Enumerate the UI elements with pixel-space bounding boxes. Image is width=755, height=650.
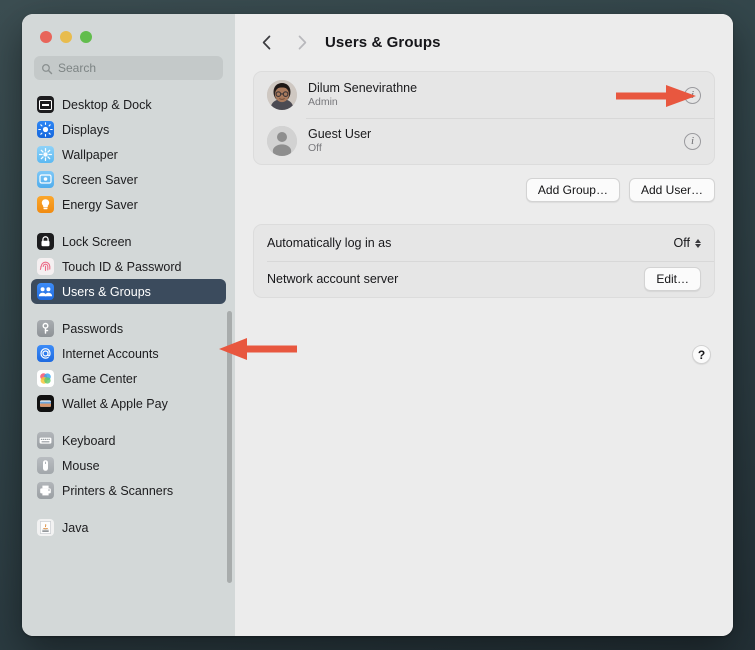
energy-saver-icon bbox=[37, 196, 54, 213]
network-account-server-label: Network account server bbox=[267, 272, 399, 286]
system-settings-window: Desktop & Dock bbox=[22, 14, 733, 636]
sidebar-item-wallpaper[interactable]: Wallpaper bbox=[31, 142, 226, 167]
passwords-key-icon bbox=[37, 320, 54, 337]
sidebar-scrollbar[interactable] bbox=[227, 311, 232, 583]
page-title: Users & Groups bbox=[325, 34, 441, 51]
sidebar-group-appearance: Desktop & Dock Displays Wallpaper Screen… bbox=[31, 86, 226, 223]
java-icon bbox=[37, 519, 54, 536]
add-user-button[interactable]: Add User… bbox=[628, 178, 715, 202]
internet-accounts-icon bbox=[37, 345, 54, 362]
sidebar-item-passwords[interactable]: Passwords bbox=[31, 316, 226, 341]
traffic-lights bbox=[22, 14, 235, 43]
sidebar-item-lock-screen[interactable]: Lock Screen bbox=[31, 229, 226, 254]
info-icon[interactable]: i bbox=[684, 132, 701, 150]
search-icon bbox=[41, 62, 53, 75]
search-input[interactable] bbox=[58, 61, 216, 75]
auto-login-value: Off bbox=[673, 236, 690, 250]
user-role: Off bbox=[308, 142, 322, 154]
users-list-card: Dilum Senevirathne Admin i Guest User Of… bbox=[253, 71, 715, 165]
sidebar-item-label: Mouse bbox=[62, 458, 100, 473]
touch-id-icon bbox=[37, 258, 54, 275]
table-row[interactable]: Dilum Senevirathne Admin i bbox=[254, 72, 714, 118]
add-group-button[interactable]: Add Group… bbox=[525, 178, 620, 202]
sidebar-item-label: Energy Saver bbox=[62, 197, 138, 212]
mouse-icon bbox=[37, 457, 54, 474]
sidebar-item-label: Passwords bbox=[62, 321, 124, 336]
close-button[interactable] bbox=[40, 31, 52, 43]
network-account-server-row: Network account server Edit… bbox=[254, 261, 714, 297]
sidebar-item-label: Wallpaper bbox=[62, 147, 118, 162]
info-icon[interactable]: i bbox=[684, 86, 701, 104]
minimize-button[interactable] bbox=[60, 31, 72, 43]
user-info: Dilum Senevirathne Admin bbox=[308, 81, 684, 109]
sidebar-item-desktop-and-dock[interactable]: Desktop & Dock bbox=[31, 92, 226, 117]
sidebar-item-mouse[interactable]: Mouse bbox=[31, 453, 226, 478]
sidebar-item-label: Screen Saver bbox=[62, 172, 138, 187]
sidebar-group-other: Java bbox=[31, 509, 226, 546]
user-photo-avatar bbox=[267, 80, 297, 110]
sidebar-item-printers-and-scanners[interactable]: Printers & Scanners bbox=[31, 478, 226, 503]
sidebar-item-game-center[interactable]: Game Center bbox=[31, 366, 226, 391]
game-center-icon bbox=[37, 370, 54, 387]
auto-login-row[interactable]: Automatically log in as Off bbox=[254, 225, 714, 261]
sidebar-item-screen-saver[interactable]: Screen Saver bbox=[31, 167, 226, 192]
sidebar-item-wallet[interactable]: Wallet & Apple Pay bbox=[31, 391, 226, 416]
help-button[interactable]: ? bbox=[692, 345, 711, 364]
desktop-and-dock-icon bbox=[37, 96, 54, 113]
login-settings-card: Automatically log in as Off Network acco… bbox=[253, 224, 715, 298]
toolbar: Users & Groups bbox=[235, 14, 733, 71]
sidebar-item-energy-saver[interactable]: Energy Saver bbox=[31, 192, 226, 217]
auto-login-popup[interactable]: Off bbox=[674, 236, 701, 250]
settings-panel: Dilum Senevirathne Admin i Guest User Of… bbox=[235, 71, 733, 298]
screen-saver-icon bbox=[37, 171, 54, 188]
zoom-button[interactable] bbox=[80, 31, 92, 43]
back-button[interactable] bbox=[253, 30, 279, 56]
search-container bbox=[22, 43, 235, 80]
sidebar-item-label: Users & Groups bbox=[62, 284, 151, 299]
printers-icon bbox=[37, 482, 54, 499]
wallet-icon bbox=[37, 395, 54, 412]
user-role: Admin bbox=[308, 96, 338, 108]
sidebar-item-users-and-groups[interactable]: Users & Groups bbox=[31, 279, 226, 304]
sidebar-item-label: Printers & Scanners bbox=[62, 483, 174, 498]
sidebar-nav-list[interactable]: Desktop & Dock Displays Wallpaper Screen… bbox=[22, 86, 235, 636]
chevron-updown-icon bbox=[695, 238, 701, 248]
sidebar-item-internet-accounts[interactable]: Internet Accounts bbox=[31, 341, 226, 366]
users-and-groups-icon bbox=[37, 283, 54, 300]
lock-screen-icon bbox=[37, 233, 54, 250]
sidebar: Desktop & Dock bbox=[22, 14, 235, 636]
sidebar-item-label: Wallet & Apple Pay bbox=[62, 396, 168, 411]
sidebar-item-displays[interactable]: Displays bbox=[31, 117, 226, 142]
table-row[interactable]: Guest User Off i bbox=[254, 118, 714, 164]
sidebar-item-java[interactable]: Java bbox=[31, 515, 226, 540]
user-name: Dilum Senevirathne bbox=[308, 81, 418, 95]
add-buttons-row: Add Group… Add User… bbox=[253, 178, 715, 202]
sidebar-group-security: Lock Screen Touch ID & Password Users & … bbox=[31, 223, 226, 310]
sidebar-group-accounts: Passwords Internet Accounts Game Center … bbox=[31, 310, 226, 422]
auto-login-label: Automatically log in as bbox=[267, 236, 392, 250]
sidebar-item-touch-id[interactable]: Touch ID & Password bbox=[31, 254, 226, 279]
sidebar-item-label: Game Center bbox=[62, 371, 138, 386]
sidebar-item-label: Keyboard bbox=[62, 433, 116, 448]
sidebar-item-label: Desktop & Dock bbox=[62, 97, 152, 112]
forward-button[interactable] bbox=[289, 30, 315, 56]
content-pane: Users & Groups Dilum Senevirathne Admin … bbox=[235, 14, 733, 636]
sidebar-group-hardware: Keyboard Mouse Printers & Scanners bbox=[31, 422, 226, 509]
user-info: Guest User Off bbox=[308, 127, 684, 155]
sidebar-item-keyboard[interactable]: Keyboard bbox=[31, 428, 226, 453]
user-name: Guest User bbox=[308, 127, 372, 141]
sidebar-item-label: Java bbox=[62, 520, 89, 535]
sidebar-item-label: Lock Screen bbox=[62, 234, 132, 249]
search-field[interactable] bbox=[34, 56, 223, 80]
edit-button[interactable]: Edit… bbox=[644, 267, 701, 291]
displays-icon bbox=[37, 121, 54, 138]
sidebar-item-label: Displays bbox=[62, 122, 110, 137]
wallpaper-icon bbox=[37, 146, 54, 163]
generic-person-avatar bbox=[267, 126, 297, 156]
keyboard-icon bbox=[37, 432, 54, 449]
sidebar-item-label: Internet Accounts bbox=[62, 346, 159, 361]
sidebar-item-label: Touch ID & Password bbox=[62, 259, 182, 274]
